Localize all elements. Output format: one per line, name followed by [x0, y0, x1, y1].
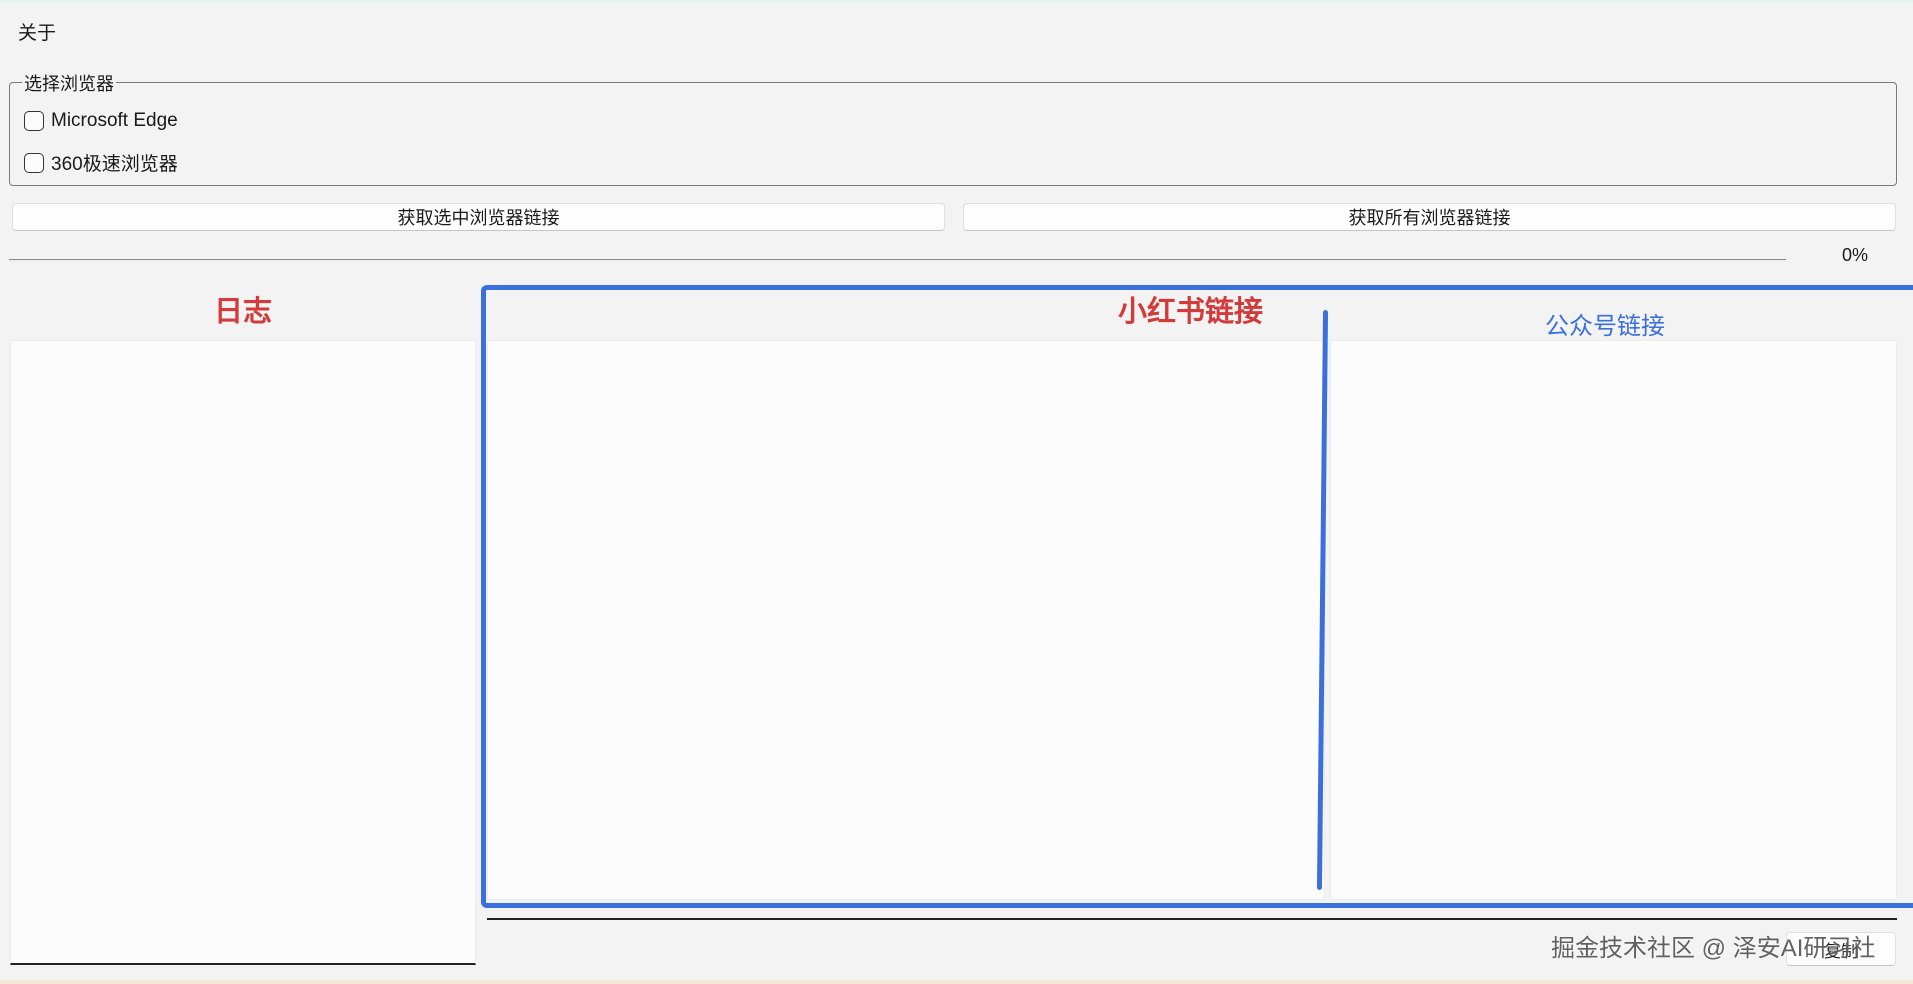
- gzh-links-textarea[interactable]: [1330, 340, 1897, 900]
- browser-select-legend: 选择浏览器: [22, 70, 116, 96]
- annotation-xhs-label: 小红书链接: [1118, 296, 1264, 328]
- checkbox-box-edge[interactable]: [24, 111, 44, 131]
- xhs-links-textarea[interactable]: [487, 340, 1325, 900]
- progress-percent-text: 0%: [1842, 245, 1869, 265]
- checkbox-label-edge: Microsoft Edge: [51, 110, 178, 131]
- checkbox-360-browser[interactable]: 360极速浏览器: [24, 149, 178, 176]
- get-selected-browser-links-button[interactable]: 获取选中浏览器链接: [12, 203, 945, 231]
- checkbox-label-360: 360极速浏览器: [51, 154, 178, 175]
- get-all-browser-links-button[interactable]: 获取所有浏览器链接: [963, 203, 1896, 231]
- browser-select-groupbox: [9, 82, 1897, 186]
- checkbox-box-360[interactable]: [24, 152, 44, 173]
- window-top-border: [0, 0, 1913, 3]
- annotation-log-label: 日志: [214, 296, 273, 328]
- links-area-bottom-divider: [487, 918, 1897, 920]
- checkbox-microsoft-edge[interactable]: Microsoft Edge: [24, 110, 178, 132]
- log-textarea[interactable]: [10, 340, 476, 965]
- annotation-gzh-label: 公众号链接: [1545, 313, 1665, 340]
- progress-bar: [9, 259, 1786, 262]
- menu-item-about[interactable]: 关于: [18, 18, 56, 45]
- window-bottom-border: [0, 980, 1913, 984]
- copy-button[interactable]: 复制: [1786, 932, 1896, 966]
